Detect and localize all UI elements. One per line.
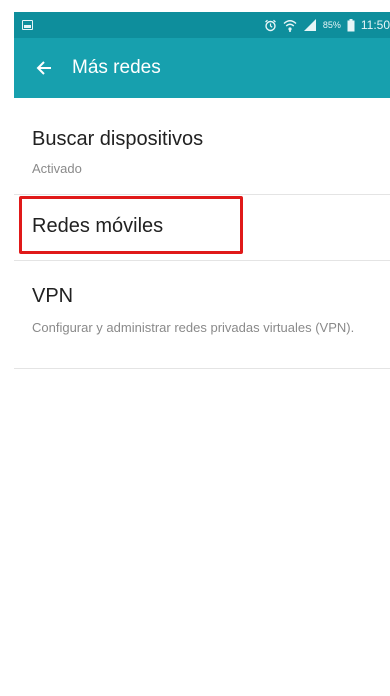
list-item-subtitle: Activado [32, 161, 82, 176]
signal-icon [303, 19, 317, 31]
clock: 11:50 [360, 18, 390, 32]
status-bar: 85% 11:50 [14, 12, 390, 38]
gallery-icon [22, 20, 33, 30]
screen: 85% 11:50 Más redes Buscar dispositivos … [0, 0, 390, 696]
list-item-vpn[interactable]: VPN Configurar y administrar redes priva… [14, 261, 390, 369]
back-button[interactable] [22, 46, 66, 90]
alarm-icon [264, 19, 277, 32]
list-item-subtitle: Configurar y administrar redes privadas … [32, 320, 355, 335]
list-item-buscar-dispositivos[interactable]: Buscar dispositivos Activado [14, 98, 390, 195]
wifi-icon [283, 19, 297, 32]
page-title: Más redes [72, 57, 161, 78]
app-bar: Más redes [14, 38, 390, 98]
highlight-box [19, 196, 243, 254]
list-item-title: VPN [32, 285, 74, 307]
list-item-redes-moviles[interactable]: Redes móviles [14, 195, 390, 261]
battery-icon [347, 18, 355, 32]
arrow-left-icon [36, 61, 51, 75]
battery-percent: 85% [322, 20, 341, 30]
settings-list: Buscar dispositivos Activado Redes móvil… [14, 98, 390, 369]
list-item-title: Buscar dispositivos [32, 128, 204, 150]
